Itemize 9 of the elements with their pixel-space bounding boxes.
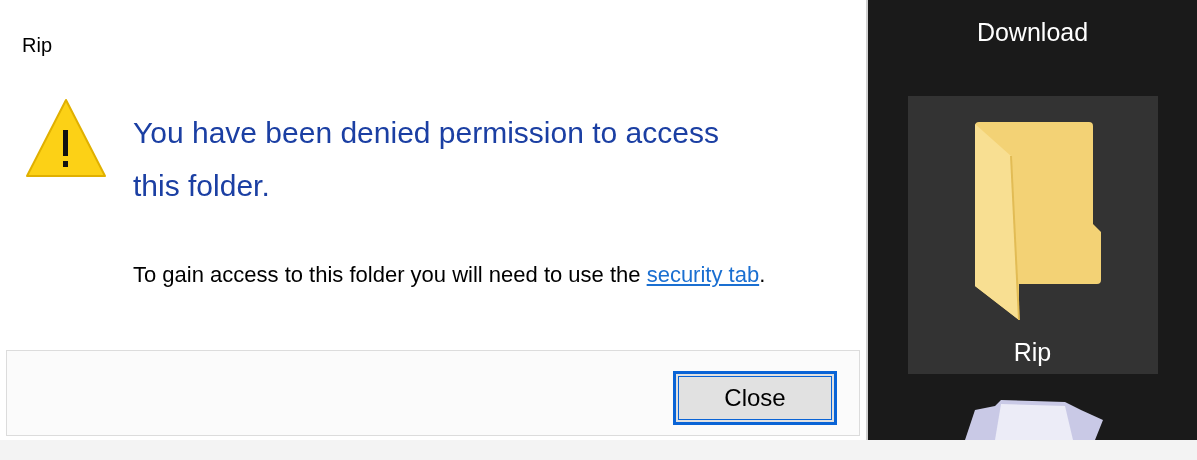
security-tab-link[interactable]: security tab bbox=[646, 262, 760, 287]
close-button[interactable]: Close bbox=[673, 371, 837, 425]
dialog-heading: You have been denied permission to access this folder. bbox=[133, 115, 720, 204]
warning-icon bbox=[25, 98, 107, 178]
folder-label: Download bbox=[976, 17, 1089, 46]
dialog-message: To gain access to this folder you will need to use the security tab. bbox=[133, 262, 766, 287]
dialog-title: Rip bbox=[21, 33, 53, 58]
folder-label: Rip bbox=[1013, 337, 1052, 368]
folder-tile[interactable]: Rip bbox=[907, 96, 1158, 374]
